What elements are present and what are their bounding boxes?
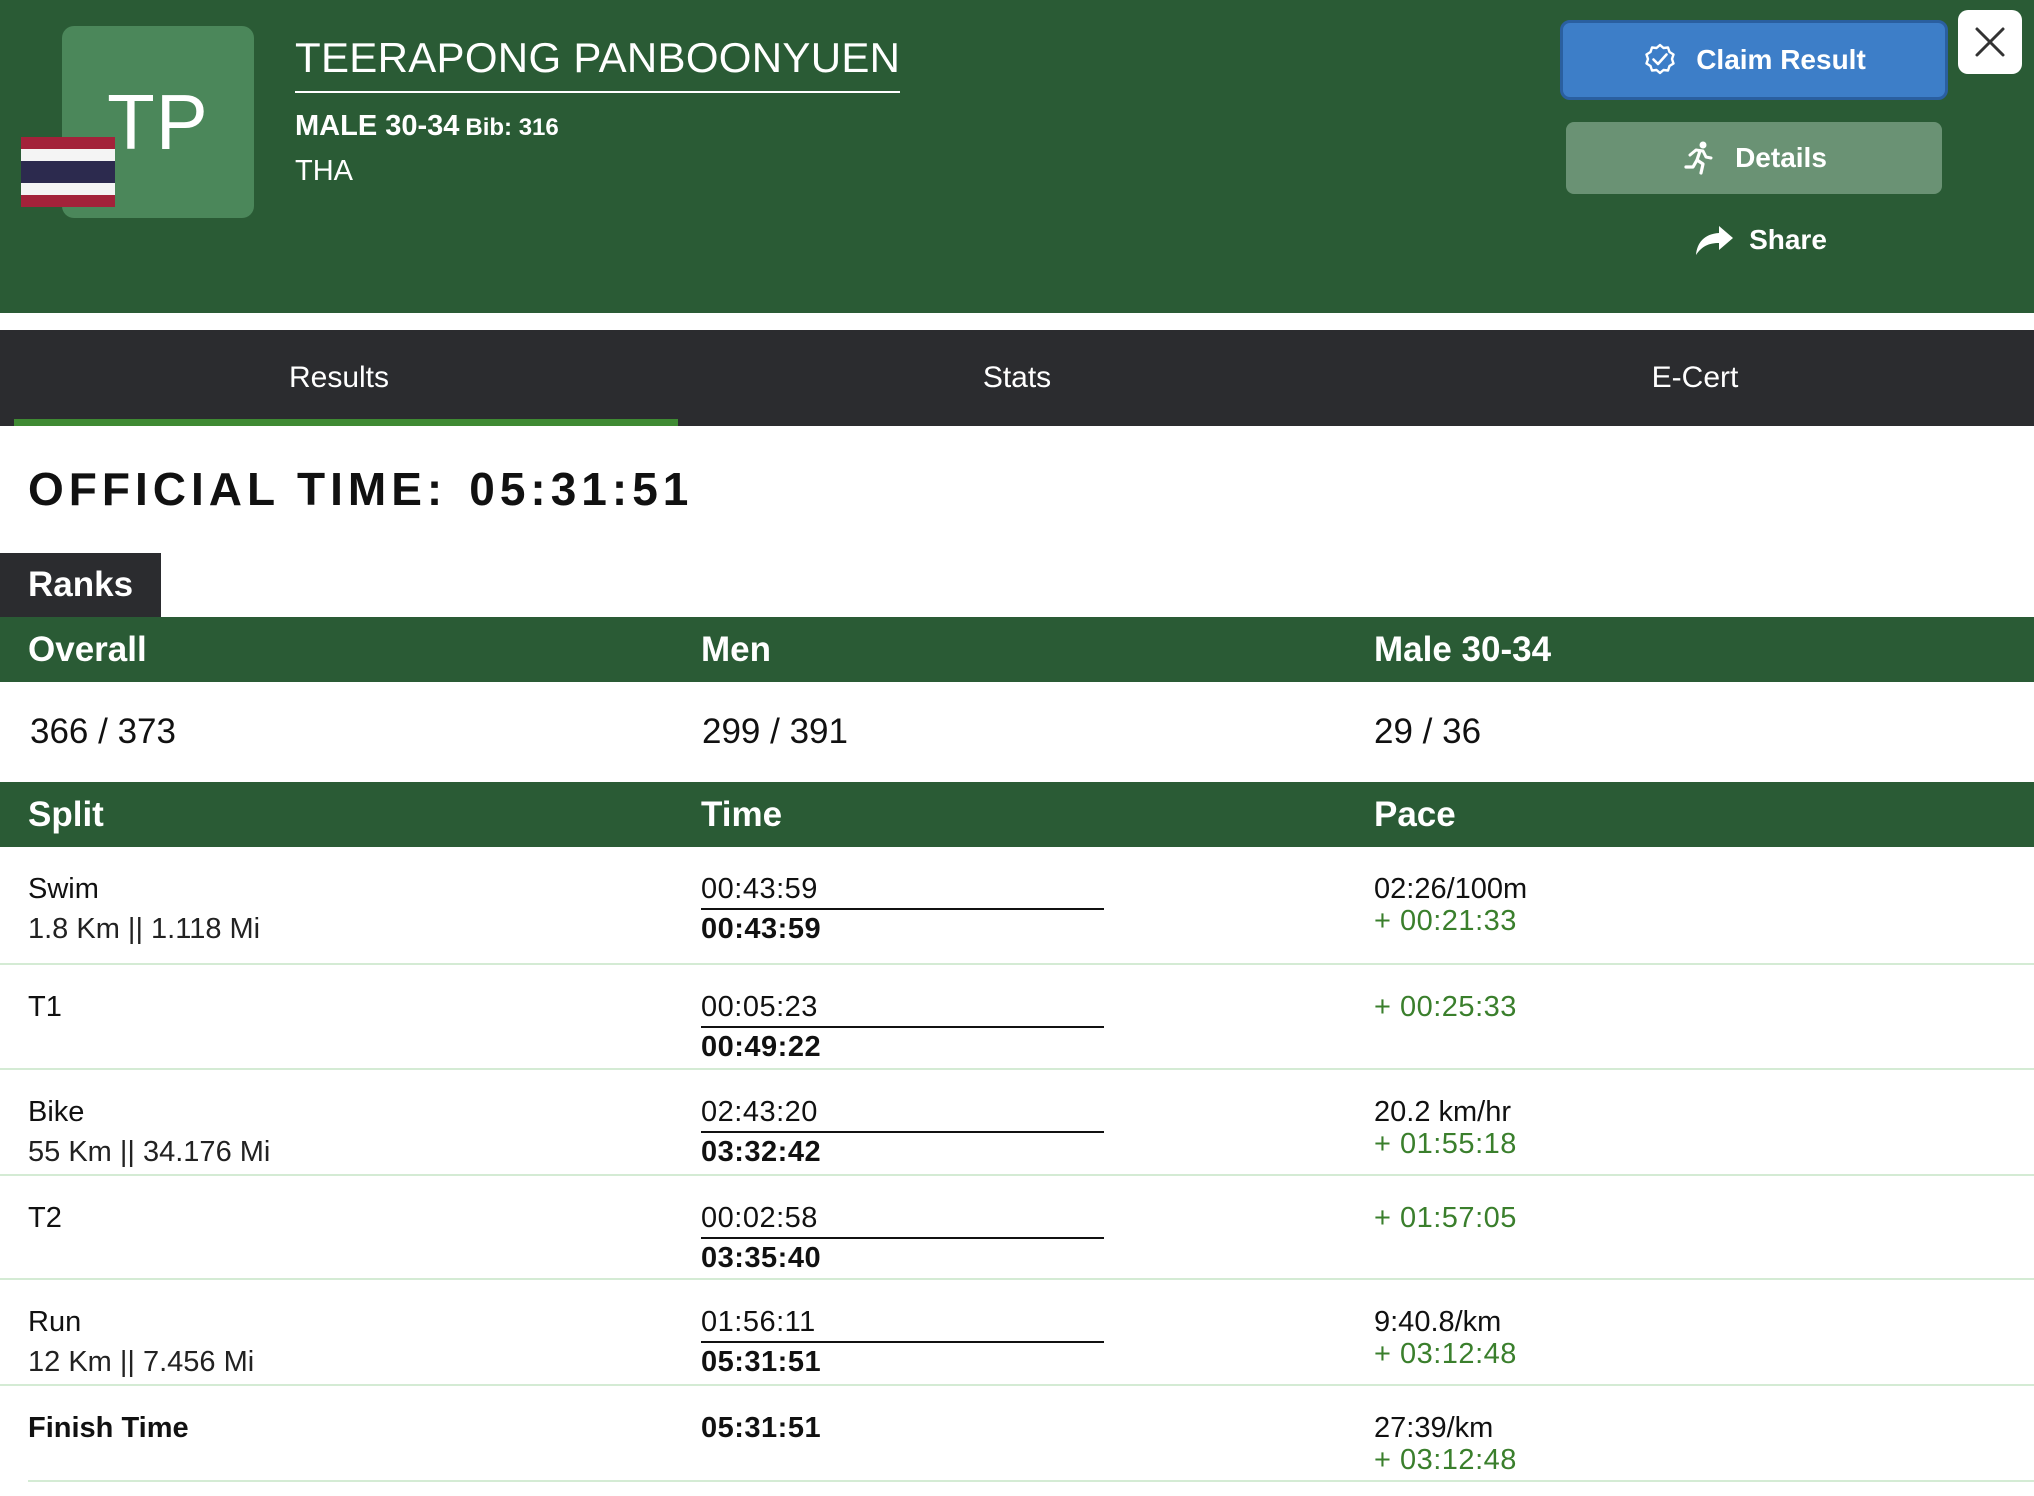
share-arrow-icon: [1696, 226, 1734, 255]
split-row-finish: Finish Time 05:31:51 27:39/km + 03:12:48: [0, 1386, 2034, 1480]
share-button[interactable]: Share: [1680, 210, 1840, 270]
cumulative-time: 00:43:59: [701, 913, 822, 945]
rank-men: 299 / 391: [702, 712, 848, 751]
split-time: 02:43:20: [701, 1096, 1104, 1133]
close-button[interactable]: [1958, 10, 2022, 74]
split-delta: + 01:55:18: [1374, 1128, 1517, 1160]
cumulative-time: 03:32:42: [701, 1136, 822, 1168]
share-label: Share: [1749, 224, 1827, 255]
bib-number: Bib: 316: [465, 114, 559, 141]
official-time-label: OFFICIAL TIME:: [28, 463, 448, 515]
split-delta: + 00:21:33: [1374, 905, 1517, 937]
header-divider: [0, 313, 2034, 330]
split-distance: 1.8 Km || 1.118 Mi: [28, 913, 261, 945]
athlete-category: MALE 30-34 Bib: 316: [295, 110, 559, 143]
tab-stats[interactable]: Stats: [678, 330, 1356, 426]
tab-results[interactable]: Results: [0, 330, 678, 426]
ranks-header-men: Men: [701, 629, 771, 669]
ranks-header-row: Overall Men Male 30-34: [0, 617, 2034, 682]
split-row-swim: Swim 1.8 Km || 1.118 Mi 00:43:59 00:43:5…: [0, 847, 2034, 965]
split-distance: 12 Km || 7.456 Mi: [28, 1346, 255, 1378]
close-icon: [1975, 27, 2005, 57]
split-distance: 55 Km || 34.176 Mi: [28, 1136, 271, 1168]
avatar-initials: TP: [107, 77, 209, 166]
splits-header-split: Split: [28, 794, 104, 834]
ranks-header-overall: Overall: [28, 629, 147, 669]
split-name: Run: [28, 1306, 82, 1338]
claim-result-button[interactable]: Claim Result: [1560, 20, 1948, 100]
cumulative-time: 03:35:40: [701, 1242, 822, 1274]
tab-label: E-Cert: [1651, 361, 1739, 394]
finish-delta: + 03:12:48: [1374, 1444, 1517, 1476]
split-pace: 02:26/100m: [1374, 873, 1528, 905]
split-delta: + 03:12:48: [1374, 1338, 1517, 1370]
tab-label: Results: [288, 361, 390, 394]
split-row-bike: Bike 55 Km || 34.176 Mi 02:43:20 03:32:4…: [0, 1070, 2034, 1176]
splits-header-time: Time: [701, 794, 783, 834]
splits-header-row: Split Time Pace: [0, 782, 2034, 847]
split-name: Bike: [28, 1096, 85, 1128]
tab-bar: Results Stats E-Cert: [0, 330, 2034, 426]
official-time-value: 05:31:51: [469, 463, 694, 515]
cumulative-time: 05:31:51: [701, 1346, 822, 1378]
split-pace: 20.2 km/hr: [1374, 1096, 1511, 1128]
tab-ecert[interactable]: E-Cert: [1356, 330, 2034, 426]
split-delta: + 00:25:33: [1374, 991, 1517, 1023]
details-button[interactable]: Details: [1566, 122, 1942, 194]
details-label: Details: [1735, 142, 1827, 173]
athlete-country: THA: [295, 155, 353, 187]
tab-label: Stats: [982, 361, 1052, 394]
official-time: OFFICIAL TIME: 05:31:51: [28, 462, 693, 516]
cumulative-time: 00:49:22: [701, 1031, 822, 1063]
split-row-t2: T2 00:02:58 03:35:40 + 01:57:05: [0, 1176, 2034, 1280]
split-pace: 9:40.8/km: [1374, 1306, 1502, 1338]
split-time: 00:02:58: [701, 1202, 1104, 1239]
split-delta: + 01:57:05: [1374, 1202, 1517, 1234]
thailand-flag-icon: [21, 137, 115, 207]
category-label: MALE 30-34: [295, 110, 460, 142]
split-row-run: Run 12 Km || 7.456 Mi 01:56:11 05:31:51 …: [0, 1280, 2034, 1386]
rank-category: 29 / 36: [1374, 712, 1482, 751]
split-row-t1: T1 00:05:23 00:49:22 + 00:25:33: [0, 965, 2034, 1070]
split-name: T1: [28, 991, 62, 1023]
ranks-header-category: Male 30-34: [1374, 629, 1552, 669]
rank-overall: 366 / 373: [30, 712, 176, 751]
ranks-values-row: 366 / 373 299 / 391 29 / 36: [0, 682, 2034, 782]
split-name: Finish Time: [28, 1412, 189, 1444]
athlete-header: TP TEERAPONG PANBOONYUEN MALE 30-34 Bib: …: [0, 0, 2034, 313]
claim-result-label: Claim Result: [1696, 44, 1866, 75]
split-name: T2: [28, 1202, 62, 1234]
verified-badge-icon: [1645, 43, 1675, 75]
split-time: 00:05:23: [701, 991, 1104, 1028]
splits-header-pace: Pace: [1374, 794, 1456, 834]
finish-time: 05:31:51: [701, 1412, 822, 1444]
split-time: 01:56:11: [701, 1306, 1104, 1343]
ranks-section-title: Ranks: [0, 553, 161, 617]
table-bottom-divider: [28, 1480, 2034, 1482]
finish-pace: 27:39/km: [1374, 1412, 1494, 1444]
split-time: 00:43:59: [701, 873, 1104, 910]
runner-icon: [1684, 141, 1713, 175]
athlete-name: TEERAPONG PANBOONYUEN: [295, 34, 901, 93]
split-name: Swim: [28, 873, 99, 905]
